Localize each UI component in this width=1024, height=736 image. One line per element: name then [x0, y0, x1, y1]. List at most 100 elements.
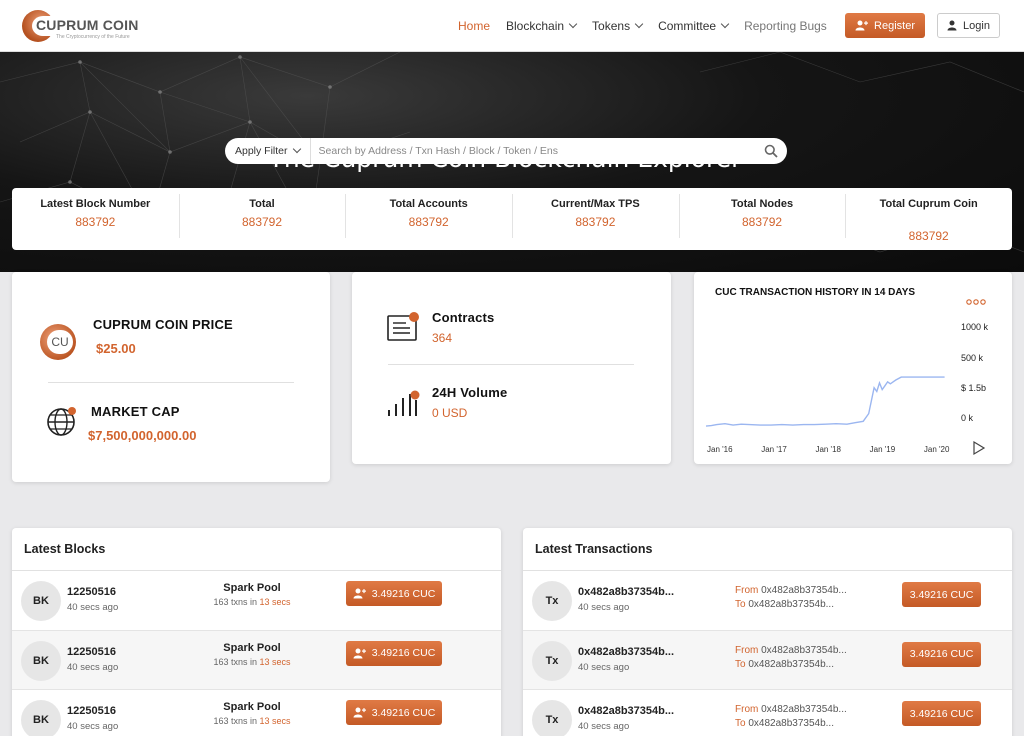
register-label: Register — [874, 19, 915, 32]
tx-from-address[interactable]: 0x482a8b37354b... — [761, 585, 847, 596]
transaction-row[interactable]: Tx 0x482a8b37354b... 40 secs ago From 0x… — [523, 571, 1012, 631]
add-user-icon — [353, 648, 366, 658]
block-miner[interactable]: Spark Pool — [192, 701, 312, 713]
login-button[interactable]: Login — [937, 13, 1000, 38]
block-miner-info: Spark Pool 163 txns in 13 secs — [192, 701, 312, 726]
chevron-down-icon — [634, 19, 644, 29]
tx-to-address[interactable]: 0x482a8b37354b... — [748, 659, 834, 670]
tx-to-address[interactable]: 0x482a8b37354b... — [748, 718, 834, 729]
chart-y-tick-label: 1000 k — [961, 322, 989, 332]
nav-blockchain[interactable]: Blockchain — [506, 19, 578, 33]
tx-to-label: To — [735, 718, 746, 729]
stat-label: Latest Block Number — [40, 198, 151, 210]
tx-amount: 3.49216 CUC — [909, 588, 974, 601]
tx-to-address[interactable]: 0x482a8b37354b... — [748, 599, 834, 610]
tx-hash[interactable]: 0x482a8b37354b... — [578, 646, 674, 658]
block-row[interactable]: BK 12250516 40 secs ago Spark Pool 163 t… — [12, 690, 501, 736]
block-number[interactable]: 12250516 — [67, 705, 116, 717]
block-number[interactable]: 12250516 — [67, 646, 116, 658]
stat-total: Total 883792 — [178, 188, 346, 250]
tx-parties: From 0x482a8b37354b... To 0x482a8b37354b… — [735, 703, 847, 731]
play-icon[interactable] — [973, 440, 986, 456]
nav-links: Home Blockchain Tokens Committee Reporti… — [458, 0, 843, 52]
tx-from-address[interactable]: 0x482a8b37354b... — [761, 704, 847, 715]
divider — [48, 382, 294, 383]
block-reward-button[interactable]: 3.49216 CUC — [346, 581, 442, 606]
user-icon — [947, 20, 957, 31]
volume-bars-icon — [388, 390, 420, 416]
tx-amount-button[interactable]: 3.49216 CUC — [902, 701, 981, 726]
apply-filter-dropdown[interactable]: Apply Filter — [225, 138, 311, 164]
brand-logo[interactable]: CUPRUM COIN The Cryptocurrency of the Fu… — [22, 10, 138, 42]
block-txns: 163 txns in — [213, 597, 257, 607]
register-button[interactable]: Register — [845, 13, 925, 38]
stat-label: Current/Max TPS — [551, 198, 640, 210]
coin-price-value: $25.00 — [96, 341, 136, 356]
transaction-row[interactable]: Tx 0x482a8b37354b... 40 secs ago From 0x… — [523, 630, 1012, 690]
block-miner[interactable]: Spark Pool — [192, 642, 312, 654]
block-number[interactable]: 12250516 — [67, 586, 116, 598]
tx-parties: From 0x482a8b37354b... To 0x482a8b37354b… — [735, 644, 847, 672]
stat-total-accounts: Total Accounts 883792 — [345, 188, 512, 250]
tx-from-address[interactable]: 0x482a8b37354b... — [761, 645, 847, 656]
tx-age: 40 secs ago — [578, 602, 630, 613]
block-reward-button[interactable]: 3.49216 CUC — [346, 640, 442, 666]
apply-filter-label: Apply Filter — [235, 145, 288, 157]
coin-price-label: CUPRUM COIN PRICE — [93, 317, 233, 332]
chart-x-tick-label: Jan '19 — [870, 445, 896, 454]
add-user-icon — [353, 588, 366, 599]
stat-value: 883792 — [75, 215, 116, 229]
block-reward-button[interactable]: 3.49216 CUC — [346, 700, 442, 725]
chart-series-line — [705, 376, 945, 427]
stat-label: Total — [249, 198, 275, 210]
nav-reporting-bugs-label: Reporting Bugs — [744, 19, 827, 33]
tx-age: 40 secs ago — [578, 661, 630, 673]
block-time: 13 secs — [259, 716, 291, 726]
nav-tokens[interactable]: Tokens — [592, 19, 644, 33]
nav-home[interactable]: Home — [458, 19, 490, 33]
tx-hash[interactable]: 0x482a8b37354b... — [578, 586, 674, 598]
tx-amount: 3.49216 CUC — [909, 648, 974, 660]
stat-label: Total Nodes — [730, 198, 794, 210]
transaction-history-card: CUC TRANSACTION HISTORY IN 14 DAYS 1000 … — [694, 272, 1012, 464]
login-label: Login — [963, 19, 990, 32]
chart-y-tick-label: 0 k — [961, 413, 974, 423]
block-miner[interactable]: Spark Pool — [192, 582, 312, 594]
top-navbar: CUPRUM COIN The Cryptocurrency of the Fu… — [0, 0, 1024, 52]
transaction-row[interactable]: Tx 0x482a8b37354b... 40 secs ago From 0x… — [523, 690, 1012, 736]
stat-label: Total Cuprum Coin — [879, 198, 978, 210]
block-time: 13 secs — [259, 597, 291, 607]
market-cap-value: $7,500,000,000.00 — [88, 428, 197, 443]
chart-title: CUC TRANSACTION HISTORY IN 14 DAYS — [715, 287, 915, 298]
tx-hash[interactable]: 0x482a8b37354b... — [578, 705, 674, 717]
block-miner-info: Spark Pool 163 txns in 13 secs — [192, 582, 312, 607]
contract-document-icon — [387, 312, 419, 341]
stat-value: 883792 — [908, 229, 949, 243]
nav-committee[interactable]: Committee — [658, 19, 730, 33]
block-avatar: BK — [21, 700, 61, 736]
stat-value: 883792 — [575, 215, 616, 229]
tx-amount-button[interactable]: 3.49216 CUC — [902, 641, 981, 667]
block-row[interactable]: BK 12250516 40 secs ago Spark Pool 163 t… — [12, 571, 501, 631]
block-age: 40 secs ago — [67, 602, 119, 613]
chevron-down-icon — [568, 19, 578, 29]
block-reward-amount: 3.49216 CUC — [371, 647, 436, 659]
tx-to-label: To — [735, 599, 746, 610]
chart-more-icon[interactable] — [966, 299, 986, 305]
contracts-label: Contracts — [432, 310, 495, 325]
nav-home-label: Home — [458, 19, 491, 33]
block-txns: 163 txns in — [213, 656, 257, 667]
transactions-list: Tx 0x482a8b37354b... 40 secs ago From 0x… — [523, 571, 1012, 736]
search-icon[interactable] — [764, 144, 778, 158]
block-row[interactable]: BK 12250516 40 secs ago Spark Pool 163 t… — [12, 630, 501, 690]
nav-committee-label: Committee — [658, 19, 717, 33]
transaction-history-chart: CUC TRANSACTION HISTORY IN 14 DAYS 1000 … — [705, 287, 989, 456]
block-age: 40 secs ago — [67, 661, 119, 673]
tx-from-label: From — [735, 704, 759, 715]
search-bar: Apply Filter — [225, 138, 787, 164]
brand-name: CUPRUM COIN — [36, 17, 139, 33]
nav-tokens-label: Tokens — [592, 19, 631, 33]
nav-reporting-bugs[interactable]: Reporting Bugs — [744, 19, 827, 33]
search-input[interactable] — [310, 145, 764, 157]
tx-amount-button[interactable]: 3.49216 CUC — [902, 582, 981, 607]
